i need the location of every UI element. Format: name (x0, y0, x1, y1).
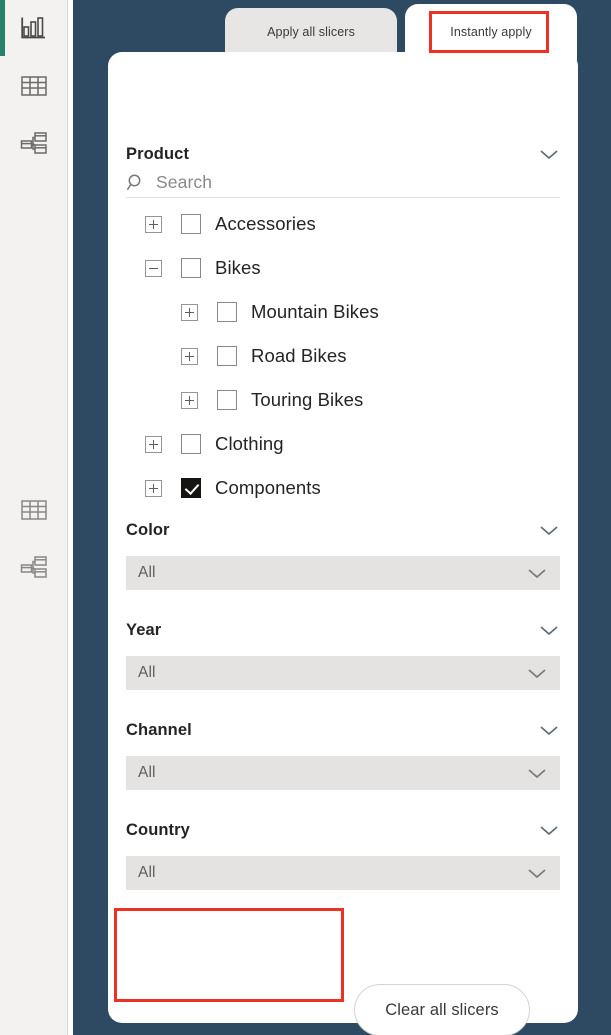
tree-item-label: Touring Bikes (251, 389, 364, 410)
slicer-dropdown-color[interactable]: All (126, 556, 560, 590)
tree-item-label: Bikes (215, 257, 261, 278)
checkbox[interactable] (181, 434, 201, 454)
sidebar-item-model-view-secondary[interactable] (12, 546, 56, 590)
chevron-down-icon[interactable] (538, 723, 560, 737)
expand-plus-icon[interactable] (145, 479, 162, 497)
tree-item-label: Road Bikes (251, 345, 347, 366)
tab-apply-all-slicers[interactable]: Apply all slicers (225, 8, 397, 56)
chevron-down-icon[interactable] (526, 566, 548, 580)
tree-item-bikes[interactable]: Bikes (145, 252, 261, 284)
tree-item-mountain-bikes[interactable]: Mountain Bikes (181, 296, 379, 328)
chevron-down-icon[interactable] (538, 823, 560, 837)
search-icon (126, 173, 148, 193)
chevron-down-icon[interactable] (526, 766, 548, 780)
dropdown-value: All (138, 864, 156, 881)
tab-label: Instantly apply (450, 25, 532, 39)
tree-item-label: Components (215, 477, 321, 498)
button-label: Clear all slicers (385, 1000, 499, 1019)
slicer-title: Year (126, 620, 162, 639)
active-view-accent-bar (0, 0, 5, 56)
collapse-minus-icon[interactable] (145, 259, 162, 277)
left-nav-sidebar (0, 0, 68, 1035)
sidebar-divider (68, 0, 73, 1035)
sidebar-item-model-view[interactable] (12, 122, 56, 166)
expand-plus-icon[interactable] (181, 347, 198, 365)
tree-item-label: Accessories (215, 213, 316, 234)
tree-item-clothing[interactable]: Clothing (145, 428, 284, 460)
slicer-title: Product (126, 144, 190, 163)
model-relationship-icon (20, 131, 48, 157)
chevron-down-icon[interactable] (526, 866, 548, 880)
expand-plus-icon[interactable] (145, 435, 162, 453)
slicer-header-year[interactable]: Year (126, 618, 560, 642)
dropdown-value: All (138, 664, 156, 681)
slicer-dropdown-country[interactable]: All (126, 856, 560, 890)
slicer-title: Country (126, 820, 190, 839)
sidebar-item-data-view-secondary[interactable] (12, 488, 56, 532)
sidebar-item-data-view[interactable] (12, 64, 56, 108)
dropdown-value: All (138, 764, 156, 781)
slicer-title: Channel (126, 720, 192, 739)
expand-plus-icon[interactable] (145, 215, 162, 233)
checkbox[interactable] (217, 390, 237, 410)
slicer-title: Color (126, 520, 170, 539)
expand-plus-icon[interactable] (181, 303, 198, 321)
tree-item-label: Clothing (215, 433, 284, 454)
slicer-header-country[interactable]: Country (126, 818, 560, 842)
checkbox-checked[interactable] (181, 478, 201, 498)
product-search-row[interactable]: Search (126, 168, 560, 198)
slicer-dropdown-channel[interactable]: All (126, 756, 560, 790)
model-relationship-icon (20, 555, 48, 581)
tree-item-label: Mountain Bikes (251, 301, 379, 322)
slicer-header-channel[interactable]: Channel (126, 718, 560, 742)
slicer-header-product[interactable]: Product (126, 142, 560, 166)
report-bar-chart-icon (20, 15, 48, 41)
checkbox[interactable] (181, 258, 201, 278)
chevron-down-icon[interactable] (538, 623, 560, 637)
chevron-down-icon[interactable] (526, 666, 548, 680)
tree-item-road-bikes[interactable]: Road Bikes (181, 340, 347, 372)
sidebar-item-report-view[interactable] (12, 6, 56, 50)
checkbox[interactable] (217, 346, 237, 366)
expand-plus-icon[interactable] (181, 391, 198, 409)
tab-label: Apply all slicers (267, 25, 355, 39)
chevron-down-icon[interactable] (538, 523, 560, 537)
dropdown-value: All (138, 564, 156, 581)
search-input[interactable]: Search (156, 172, 212, 193)
tree-item-components[interactable]: Components (145, 472, 321, 504)
app-root: Apply all slicers Instantly apply Produc… (0, 0, 611, 1035)
checkbox[interactable] (217, 302, 237, 322)
slicer-panel-card: Product Search Accessories Bikes Mountai… (108, 52, 578, 1035)
clear-all-slicers-button[interactable]: Clear all slicers (354, 984, 530, 1035)
tree-item-touring-bikes[interactable]: Touring Bikes (181, 384, 363, 416)
checkbox[interactable] (181, 214, 201, 234)
chevron-down-icon[interactable] (538, 147, 560, 161)
table-grid-icon (20, 498, 48, 522)
table-grid-icon (20, 74, 48, 98)
slicer-header-color[interactable]: Color (126, 518, 560, 542)
slicer-dropdown-year[interactable]: All (126, 656, 560, 690)
tree-item-accessories[interactable]: Accessories (145, 208, 316, 240)
